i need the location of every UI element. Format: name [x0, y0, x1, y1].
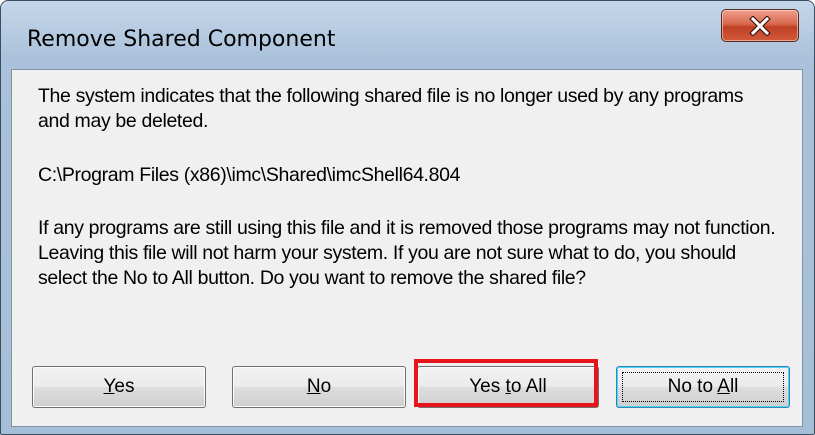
file-path-text: C:\Program Files (x86)\imc\Shared\imcShe…	[38, 164, 461, 186]
warning-text: If any programs are still using this fil…	[38, 217, 776, 289]
title-bar[interactable]: Remove Shared Component	[1, 1, 814, 73]
message-text: The system indicates that the following …	[38, 85, 744, 132]
yes-to-all-button-label: Yes to All	[469, 376, 547, 397]
window-title: Remove Shared Component	[27, 27, 336, 52]
no-button[interactable]: No	[232, 366, 406, 408]
yes-button-label: Yes	[103, 376, 135, 397]
dialog-window: Remove Shared Component The system indic…	[0, 0, 815, 435]
no-button-label: No	[306, 376, 332, 397]
yes-to-all-button[interactable]: Yes to All	[417, 366, 599, 408]
yes-button[interactable]: Yes	[32, 366, 206, 408]
dialog-content: The system indicates that the following …	[11, 69, 803, 427]
close-button[interactable]	[721, 9, 799, 42]
no-to-all-button-label: No to All	[667, 376, 739, 397]
no-to-all-button[interactable]: No to All	[616, 366, 790, 408]
close-icon	[749, 15, 771, 36]
